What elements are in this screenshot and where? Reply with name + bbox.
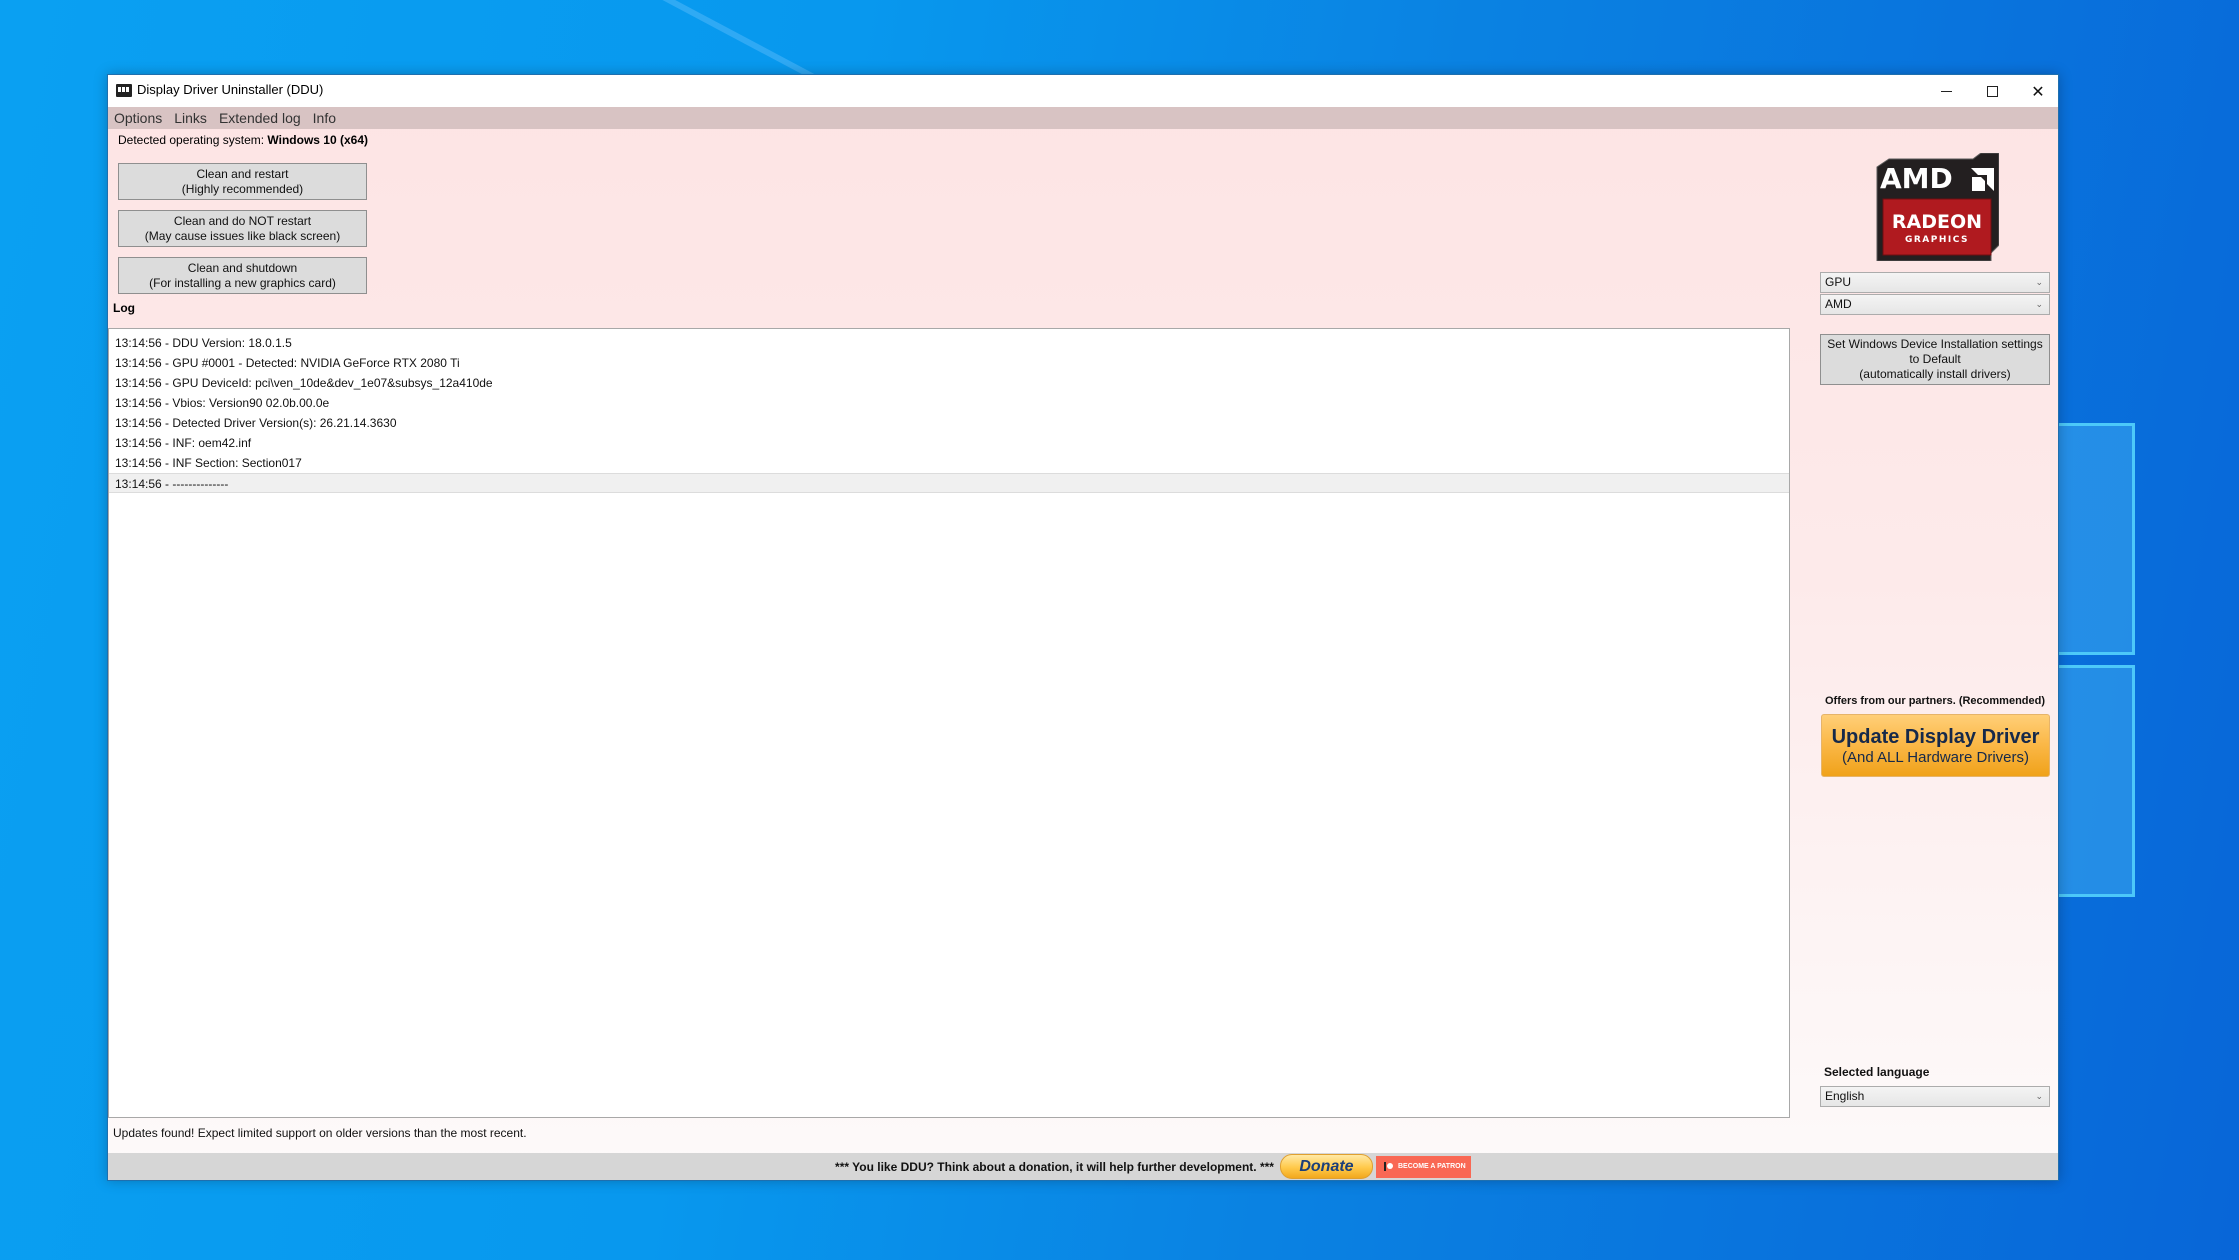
menu-links[interactable]: Links xyxy=(174,110,207,126)
logo-line2-text: GRAPHICS xyxy=(1905,235,1969,245)
close-button[interactable]: ✕ xyxy=(2015,75,2061,107)
update-driver-label: Update Display Driver xyxy=(1831,725,2040,748)
set-device-installation-default-button[interactable]: Set Windows Device Installation settings… xyxy=(1820,334,2050,385)
log-entry[interactable]: 13:14:56 - INF Section: Section017 xyxy=(109,453,1789,473)
log-entry[interactable]: 13:14:56 - GPU DeviceId: pci\ven_10de&de… xyxy=(109,373,1789,393)
patron-label: BECOME A PATRON xyxy=(1397,1163,1466,1170)
minimize-icon xyxy=(1940,90,1952,92)
vendor-select[interactable]: AMD ⌄ xyxy=(1820,294,2050,315)
ddu-window: Display Driver Uninstaller (DDU) ✕ Optio… xyxy=(107,74,2059,1181)
clean-no-restart-label: Clean and do NOT restart xyxy=(173,213,312,228)
language-select[interactable]: English ⌄ xyxy=(1820,1086,2050,1107)
become-patron-button[interactable]: BECOME A PATRON xyxy=(1375,1155,1471,1178)
language-value: English xyxy=(1825,1089,1865,1103)
amd-radeon-logo: AMD RADEON GRAPHICS xyxy=(1876,153,1999,261)
chevron-down-icon: ⌄ xyxy=(2035,1091,2043,1101)
clean-no-restart-button[interactable]: Clean and do NOT restart (May cause issu… xyxy=(118,210,367,247)
clean-and-restart-label: Clean and restart xyxy=(196,166,289,181)
log-entry[interactable]: 13:14:56 - DDU Version: 18.0.1.5 xyxy=(109,333,1789,353)
donate-label: Donate xyxy=(1299,1157,1354,1175)
menu-info[interactable]: Info xyxy=(313,110,336,126)
clean-and-shutdown-label: Clean and shutdown xyxy=(187,260,298,275)
chevron-down-icon: ⌄ xyxy=(2035,299,2043,309)
detected-os-label: Detected operating system: xyxy=(118,133,265,147)
donate-button[interactable]: Donate xyxy=(1279,1154,1373,1179)
log-entry[interactable]: 13:14:56 - Vbios: Version90 02.0b.00.0e xyxy=(109,393,1789,413)
log-entry[interactable]: 13:14:56 - Detected Driver Version(s): 2… xyxy=(109,413,1789,433)
clean-no-restart-sublabel: (May cause issues like black screen) xyxy=(144,228,341,243)
minimize-button[interactable] xyxy=(1923,75,1969,107)
donation-bar: *** You like DDU? Think about a donation… xyxy=(108,1153,2058,1180)
clean-and-shutdown-sublabel: (For installing a new graphics card) xyxy=(149,275,336,290)
logo-brand-text: AMD xyxy=(1880,162,1953,195)
title-bar[interactable]: Display Driver Uninstaller (DDU) ✕ xyxy=(108,75,2058,107)
language-label: Selected language xyxy=(1824,1065,1930,1079)
maximize-button[interactable] xyxy=(1969,75,2015,107)
clean-and-restart-sublabel: (Highly recommended) xyxy=(181,181,304,196)
partner-offers-label: Offers from our partners. (Recommended) xyxy=(1824,695,2046,707)
close-icon: ✕ xyxy=(2031,81,2045,101)
update-display-driver-button[interactable]: Update Display Driver (And ALL Hardware … xyxy=(1821,714,2050,777)
log-entry[interactable]: 13:14:56 - INF: oem42.inf xyxy=(109,433,1789,453)
patreon-icon xyxy=(1383,1162,1393,1171)
detected-os-value: Windows 10 (x64) xyxy=(267,133,369,147)
logo-line1-text: RADEON xyxy=(1892,211,1982,233)
clean-and-shutdown-button[interactable]: Clean and shutdown (For installing a new… xyxy=(118,257,367,294)
window-title: Display Driver Uninstaller (DDU) xyxy=(137,82,324,97)
donation-message: *** You like DDU? Think about a donation… xyxy=(835,1159,1274,1174)
set-default-label-3: (automatically install drivers) xyxy=(1859,367,2011,381)
menu-bar: Options Links Extended log Info xyxy=(108,107,2058,129)
status-message: Updates found! Expect limited support on… xyxy=(113,1126,527,1140)
set-default-label-1: Set Windows Device Installation settings xyxy=(1827,337,2043,351)
log-label: Log xyxy=(113,301,135,315)
device-type-select[interactable]: GPU ⌄ xyxy=(1820,272,2050,293)
log-list[interactable]: 13:14:56 - DDU Version: 18.0.1.5 13:14:5… xyxy=(108,328,1790,1118)
clean-and-restart-button[interactable]: Clean and restart (Highly recommended) xyxy=(118,163,367,200)
ddu-app-icon xyxy=(116,84,132,97)
chevron-down-icon: ⌄ xyxy=(2035,277,2043,287)
log-entry-selected[interactable]: 13:14:56 - -------------- xyxy=(109,473,1789,493)
device-type-value: GPU xyxy=(1825,275,1852,289)
log-entry[interactable]: 13:14:56 - GPU #0001 - Detected: NVIDIA … xyxy=(109,353,1789,373)
maximize-icon xyxy=(1986,85,1998,97)
menu-extended-log[interactable]: Extended log xyxy=(219,110,301,126)
set-default-label-2: to Default xyxy=(1909,352,1961,366)
menu-options[interactable]: Options xyxy=(114,110,162,126)
update-driver-sublabel: (And ALL Hardware Drivers) xyxy=(1841,748,2029,766)
vendor-value: AMD xyxy=(1825,297,1852,311)
detected-os: Detected operating system: Windows 10 (x… xyxy=(118,133,368,147)
